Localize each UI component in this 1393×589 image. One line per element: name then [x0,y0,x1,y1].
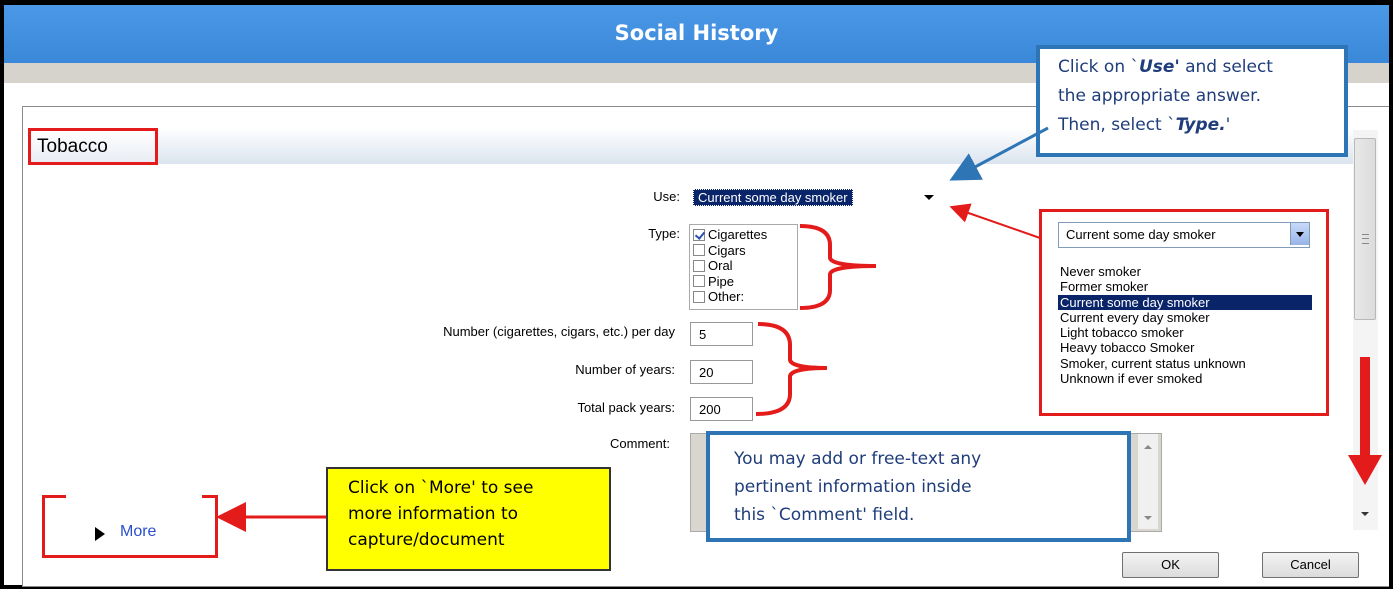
brace-type [799,224,877,310]
arrow-dropdown [949,203,1041,239]
annotation-overlay [216,126,1382,532]
scroll-down-arrow-head [1348,455,1382,485]
brace-numbers [755,322,828,416]
arrow-use-callout [949,126,1049,181]
